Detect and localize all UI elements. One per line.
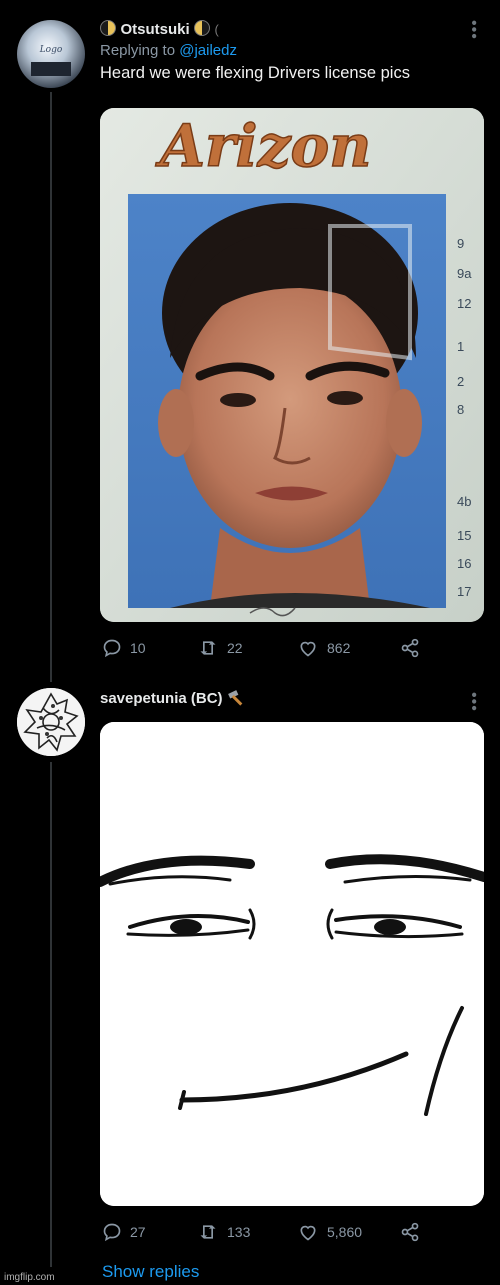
reply-count: 10 [130,640,146,656]
retweet-button[interactable]: 133 [197,1222,297,1242]
svg-text:Logo: Logo [39,45,63,55]
half-moon-emoji-icon [100,20,116,36]
half-moon-emoji-icon [194,20,211,36]
tweet-actions: 10 22 862 [102,638,421,658]
show-replies-link[interactable]: Show replies [102,1262,199,1282]
reply-icon [103,639,121,658]
heart-icon [300,641,316,657]
tweet-text: Heard we were flexing Drivers license pi… [100,64,410,82]
retweet-icon [200,641,216,655]
retweet-button[interactable]: 22 [197,638,297,658]
reply-button[interactable]: 27 [102,1222,197,1242]
display-name[interactable]: Otsutsuki [120,21,189,38]
reply-button[interactable]: 10 [102,638,197,658]
share-icon [401,638,419,658]
display-name[interactable]: savepetunia (BC) [100,690,223,707]
avatar-otsutsuki[interactable]: Logo [17,20,85,88]
tweet-header: savepetunia (BC) [100,690,247,708]
hammer-emoji-icon [228,690,243,706]
field-number: 4b [457,494,471,509]
retweet-count: 22 [227,640,243,656]
thread-connector-line [50,92,52,682]
moon-emoji-icon: ( [214,22,219,37]
retweet-icon [200,1225,216,1239]
field-number: 9 [457,236,464,251]
share-icon [401,1222,419,1242]
reply-icon [103,1223,121,1242]
replying-to-handle-link[interactable]: @jailedz [179,42,237,59]
field-number: 9a [457,266,472,281]
more-options-icon[interactable]: ••• [465,20,482,40]
thread-connector-line-2 [50,762,52,1267]
field-number: 17 [457,584,471,599]
replying-to: Replying to @jailedz [100,42,410,59]
field-number: 2 [457,374,464,389]
field-number: 15 [457,528,471,543]
share-button[interactable] [399,638,421,658]
retweet-count: 133 [227,1224,251,1240]
more-options-icon[interactable]: ••• [465,692,482,712]
man-face-meme-image[interactable] [100,722,484,1206]
tweet-actions: 27 133 5,860 [102,1222,421,1242]
avatar-savepetunia[interactable] [17,688,85,756]
license-state-title: Arizon [155,112,371,180]
like-button[interactable]: 862 [297,638,399,658]
heart-icon [300,1225,316,1241]
drivers-license-photo[interactable]: Arizon 9 9a 12 1 2 8 4b 15 16 17 [100,108,484,622]
field-number: 1 [457,339,464,354]
tweet-header: Otsutsuki ( Replying to @jailedz Heard w… [100,20,410,83]
like-count: 862 [327,640,351,656]
imgflip-watermark: imgflip.com [4,1272,55,1283]
share-button[interactable] [399,1222,421,1242]
field-number: 16 [457,556,471,571]
like-count: 5,860 [327,1224,363,1240]
like-button[interactable]: 5,860 [297,1222,399,1242]
reply-count: 27 [130,1224,146,1240]
replying-to-prefix: Replying to [100,42,176,59]
field-number: 8 [457,402,464,417]
field-number: 12 [457,296,471,311]
